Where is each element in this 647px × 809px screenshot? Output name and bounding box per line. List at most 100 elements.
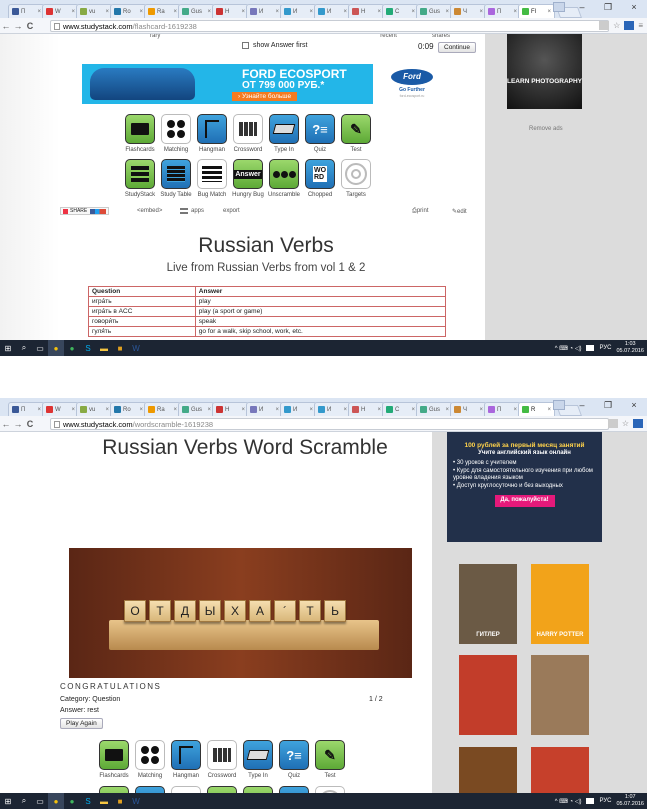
edit-link[interactable]: ✎edit: [452, 208, 467, 215]
book-cover[interactable]: АВТОСТОП: [531, 746, 589, 793]
tab-close-icon[interactable]: ×: [377, 9, 381, 15]
study-mode-study-table[interactable]: Study Table: [158, 159, 194, 198]
ad-cta-button[interactable]: › Узнайте больше: [232, 92, 298, 101]
maximize-button[interactable]: ❐: [595, 398, 621, 414]
word-icon[interactable]: W: [128, 793, 144, 809]
skype-icon[interactable]: S: [80, 793, 96, 809]
study-mode-unscramble[interactable]: Unscramble: [266, 159, 302, 198]
browser-tab[interactable]: Gus ×: [178, 402, 215, 416]
tab-close-icon[interactable]: ×: [37, 9, 41, 15]
browser-tab[interactable]: vu ×: [76, 402, 113, 416]
tab-close-icon[interactable]: ×: [275, 407, 279, 413]
browser-tab[interactable]: R ×: [518, 402, 555, 416]
url-input[interactable]: www.studystack.com/wordscramble-1619238: [50, 418, 609, 430]
tab-close-icon[interactable]: ×: [479, 9, 483, 15]
study-mode-hangman[interactable]: Hangman: [168, 740, 204, 779]
translate-icon[interactable]: [607, 419, 618, 428]
browser-tab[interactable]: П ×: [484, 4, 521, 18]
letter-tile[interactable]: Т: [299, 600, 321, 622]
nav-shares[interactable]: shares: [432, 34, 450, 39]
reload-icon[interactable]: C: [24, 21, 36, 31]
menu-icon[interactable]: ≡: [638, 21, 643, 30]
study-mode-targets[interactable]: [312, 786, 348, 793]
browser-tab[interactable]: Ч ×: [450, 4, 487, 18]
url-input[interactable]: www.studystack.com/flashcard-1619238: [50, 20, 609, 32]
nav-library[interactable]: rary: [150, 34, 160, 39]
remove-ads-link[interactable]: Remove ads: [529, 126, 563, 132]
browser-tab[interactable]: Ro ×: [110, 4, 147, 18]
browser-tab[interactable]: C ×: [382, 402, 419, 416]
user-profile-button[interactable]: [553, 2, 565, 12]
ford-ad-banner[interactable]: FORD ECOSPORT ОТ 799 000 РУБ.* › Узнайте…: [82, 64, 451, 104]
reload-icon[interactable]: C: [24, 419, 36, 429]
show-answer-checkbox[interactable]: [242, 42, 249, 49]
browser-tab[interactable]: Gus ×: [178, 4, 215, 18]
study-mode-type-in[interactable]: Type In: [240, 740, 276, 779]
browser-tab[interactable]: Н ×: [348, 4, 385, 18]
minimize-button[interactable]: –: [569, 398, 595, 414]
chrome-icon[interactable]: ●: [48, 340, 64, 356]
tab-close-icon[interactable]: ×: [445, 9, 449, 15]
task-view-icon[interactable]: ▭: [32, 340, 48, 356]
back-icon[interactable]: ←: [0, 21, 12, 31]
tab-close-icon[interactable]: ×: [411, 9, 415, 15]
browser-tab[interactable]: Fl ×: [518, 4, 555, 18]
apps-link[interactable]: apps: [180, 208, 204, 214]
letter-tile[interactable]: Д: [174, 600, 196, 622]
maximize-button[interactable]: ❐: [595, 0, 621, 16]
study-mode-hangman[interactable]: Hangman: [194, 114, 230, 153]
browser-tab[interactable]: И ×: [280, 402, 317, 416]
browser-tab[interactable]: Ra ×: [144, 4, 181, 18]
tab-close-icon[interactable]: ×: [513, 407, 517, 413]
translate-icon[interactable]: [599, 21, 610, 30]
tab-close-icon[interactable]: ×: [71, 9, 75, 15]
file-explorer-icon[interactable]: ▬: [96, 793, 112, 809]
study-mode-crossword[interactable]: Crossword: [230, 114, 266, 153]
letter-tile[interactable]: Т: [149, 600, 171, 622]
extension-icon[interactable]: [624, 21, 635, 30]
tab-close-icon[interactable]: ×: [139, 9, 143, 15]
tab-close-icon[interactable]: ×: [207, 407, 211, 413]
browser-tab[interactable]: И ×: [314, 402, 351, 416]
start-button[interactable]: ⊞: [0, 340, 16, 356]
start-button[interactable]: ⊞: [0, 793, 16, 809]
study-mode-type-in[interactable]: Type In: [266, 114, 302, 153]
close-window-button[interactable]: ×: [621, 0, 647, 16]
star-icon[interactable]: ☆: [622, 419, 629, 428]
browser-tab[interactable]: Gus ×: [416, 4, 453, 18]
browser-tab[interactable]: П ×: [8, 402, 45, 416]
tab-close-icon[interactable]: ×: [479, 407, 483, 413]
app-icon[interactable]: ●: [64, 340, 80, 356]
user-profile-button[interactable]: [553, 400, 565, 410]
print-link[interactable]: ⎙print: [412, 208, 428, 215]
forward-icon[interactable]: →: [12, 21, 24, 31]
tab-close-icon[interactable]: ×: [377, 407, 381, 413]
study-mode-study-table[interactable]: [132, 786, 168, 793]
study-mode-studystack[interactable]: StudyStack: [122, 159, 158, 198]
nav-recent[interactable]: recent: [380, 34, 397, 39]
english-course-ad[interactable]: 100 рублей за первый месяц занятий Учите…: [447, 432, 602, 542]
letter-tile[interactable]: Ы: [199, 600, 221, 622]
study-mode-quiz[interactable]: ?≡ Quiz: [276, 740, 312, 779]
study-mode-crossword[interactable]: Crossword: [204, 740, 240, 779]
study-mode-bug-match[interactable]: [168, 786, 204, 793]
tab-close-icon[interactable]: ×: [343, 407, 347, 413]
play-again-button[interactable]: Play Again: [60, 718, 103, 729]
tab-close-icon[interactable]: ×: [105, 9, 109, 15]
browser-tab[interactable]: И ×: [280, 4, 317, 18]
study-mode-matching[interactable]: Matching: [132, 740, 168, 779]
word-icon[interactable]: W: [128, 340, 144, 356]
tab-close-icon[interactable]: ×: [309, 9, 313, 15]
browser-tab[interactable]: W ×: [42, 402, 79, 416]
study-mode-unscramble[interactable]: [240, 786, 276, 793]
tab-close-icon[interactable]: ×: [173, 9, 177, 15]
browser-tab[interactable]: Ro ×: [110, 402, 147, 416]
letter-tile[interactable]: О: [124, 600, 146, 622]
star-icon[interactable]: ☆: [613, 21, 620, 30]
browser-tab[interactable]: И ×: [246, 402, 283, 416]
study-mode-targets[interactable]: Targets: [338, 159, 374, 198]
media-icon[interactable]: ■: [112, 793, 128, 809]
browser-tab[interactable]: П ×: [484, 402, 521, 416]
letter-tile[interactable]: Х: [224, 600, 246, 622]
browser-tab[interactable]: Ra ×: [144, 402, 181, 416]
